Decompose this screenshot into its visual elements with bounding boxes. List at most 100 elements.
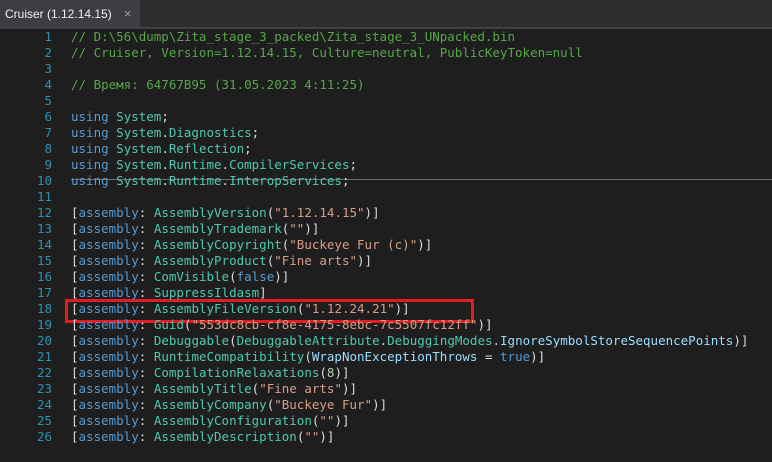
line-number: 21 — [36, 349, 52, 364]
line-number: 18 — [36, 301, 52, 316]
code-token: [ — [71, 397, 79, 412]
code-token: [ — [71, 333, 79, 348]
code-token: assembly — [78, 333, 139, 348]
code-token: )] — [274, 269, 290, 284]
code-line: 1 // D:\56\dump\Zita_stage_3_packed\Zita_… — [0, 29, 772, 45]
code-token: [ — [71, 301, 79, 316]
code-token: : — [138, 253, 154, 268]
code-token: : — [138, 349, 154, 364]
code-token: IgnoreSymbolStoreSequencePoints — [500, 333, 734, 348]
code-line: 10 using System.Runtime.InteropServices; — [0, 173, 772, 189]
code-token: AssemblyCopyright — [153, 237, 282, 252]
code-token: using — [71, 157, 109, 172]
code-token: Guid — [153, 317, 184, 332]
code-token: true — [500, 349, 531, 364]
code-token: )] — [372, 397, 388, 412]
code-token: ; — [349, 157, 358, 172]
code-token: assembly — [78, 413, 139, 428]
code-token: AssemblyConfiguration — [153, 413, 312, 428]
code-token: : — [138, 333, 154, 348]
code-token: System — [116, 157, 162, 172]
code-text: [assembly: CompilationRelaxations(8)] — [71, 365, 350, 381]
code-token: ] — [259, 285, 267, 300]
code-token: assembly — [78, 381, 139, 396]
code-token: System — [116, 125, 162, 140]
code-token: false — [236, 269, 275, 284]
code-line: 8 using System.Reflection; — [0, 141, 772, 157]
code-token: Debuggable — [153, 333, 230, 348]
code-token: . — [379, 333, 388, 348]
code-text: [assembly: RuntimeCompatibility(WrapNonE… — [71, 349, 545, 365]
code-token: assembly — [78, 365, 139, 380]
code-token: [ — [71, 365, 79, 380]
code-token: [ — [71, 237, 79, 252]
code-token: . — [161, 157, 169, 172]
code-line: 24 [assembly: AssemblyCompany("Buckeye Fu… — [0, 397, 772, 413]
code-token: )] — [334, 365, 350, 380]
line-number: 19 — [36, 317, 52, 332]
code-token: assembly — [78, 301, 139, 316]
code-token: ( — [304, 349, 312, 364]
code-token: System — [116, 109, 162, 124]
code-text: // D:\56\dump\Zita_stage_3_packed\Zita_s… — [71, 29, 515, 45]
code-token: System — [116, 141, 162, 156]
code-token: : — [138, 397, 154, 412]
code-token: assembly — [78, 397, 139, 412]
line-number: 26 — [36, 429, 52, 444]
line-number: 25 — [36, 413, 52, 428]
line-number: 22 — [36, 365, 52, 380]
code-token: : — [138, 269, 154, 284]
code-token: "Fine arts" — [274, 253, 358, 268]
code-token: [ — [71, 349, 79, 364]
code-token: InteropServices — [229, 173, 342, 188]
code-token: DebuggingModes — [387, 333, 493, 348]
code-token: )] — [530, 349, 546, 364]
code-editor[interactable]: 1 // D:\56\dump\Zita_stage_3_packed\Zita_… — [0, 29, 772, 462]
code-text: [assembly: AssemblyCopyright("Buckeye Fu… — [71, 237, 432, 253]
tab-bar: Cruiser (1.12.14.15) × — [0, 0, 772, 29]
code-token: ( — [229, 333, 237, 348]
code-token: "" — [304, 429, 320, 444]
code-line: 23 [assembly: AssemblyTitle("Fine arts")] — [0, 381, 772, 397]
line-number: 17 — [36, 285, 52, 300]
code-token: [ — [71, 205, 79, 220]
code-token: AssemblyVersion — [153, 205, 267, 220]
code-token: AssemblyCompany — [153, 397, 267, 412]
code-token: AssemblyDescription — [153, 429, 297, 444]
code-text: using System; — [71, 109, 169, 125]
code-token: . — [221, 173, 230, 188]
code-text: [assembly: AssemblyTrademark("")] — [71, 221, 319, 237]
line-number: 8 — [44, 141, 52, 156]
line-number: 9 — [44, 157, 52, 172]
line-number: 15 — [36, 253, 52, 268]
code-token: ( — [319, 365, 327, 380]
line-number: 2 — [44, 45, 52, 60]
code-text: [assembly: AssemblyFileVersion("1.12.24.… — [71, 301, 410, 317]
line-number: 20 — [36, 333, 52, 348]
tab-cruiser[interactable]: Cruiser (1.12.14.15) × — [0, 0, 140, 27]
code-token: ComVisible — [153, 269, 230, 284]
code-token: )] — [357, 253, 373, 268]
line-number: 13 — [36, 221, 52, 236]
code-token: AssemblyProduct — [153, 253, 267, 268]
code-token: Runtime — [168, 173, 222, 188]
code-token: "Buckeye Fur" — [274, 397, 373, 412]
code-token: assembly — [78, 317, 139, 332]
code-token: assembly — [78, 253, 139, 268]
code-token: )] — [417, 237, 433, 252]
code-line: 25 [assembly: AssemblyConfiguration("")] — [0, 413, 772, 429]
code-token: )] — [733, 333, 749, 348]
code-token: "" — [289, 221, 305, 236]
code-token: WrapNonExceptionThrows — [311, 349, 478, 364]
code-token: "1.12.14.15" — [274, 205, 365, 220]
code-line: 19 [assembly: Guid("553dc8cb-cf8e-4175-8e… — [0, 317, 772, 333]
code-line: 14 [assembly: AssemblyCopyright("Buckeye … — [0, 237, 772, 253]
close-icon[interactable]: × — [122, 7, 134, 20]
code-token: "553dc8cb-cf8e-4175-8ebc-7c5507fc12ff" — [191, 317, 478, 332]
code-token: assembly — [78, 285, 139, 300]
code-line: 9 using System.Runtime.CompilerServices; — [0, 157, 772, 173]
code-token: SuppressIldasm — [153, 285, 260, 300]
code-token: . — [221, 157, 230, 172]
code-token: assembly — [78, 269, 139, 284]
line-number: 11 — [36, 189, 52, 204]
